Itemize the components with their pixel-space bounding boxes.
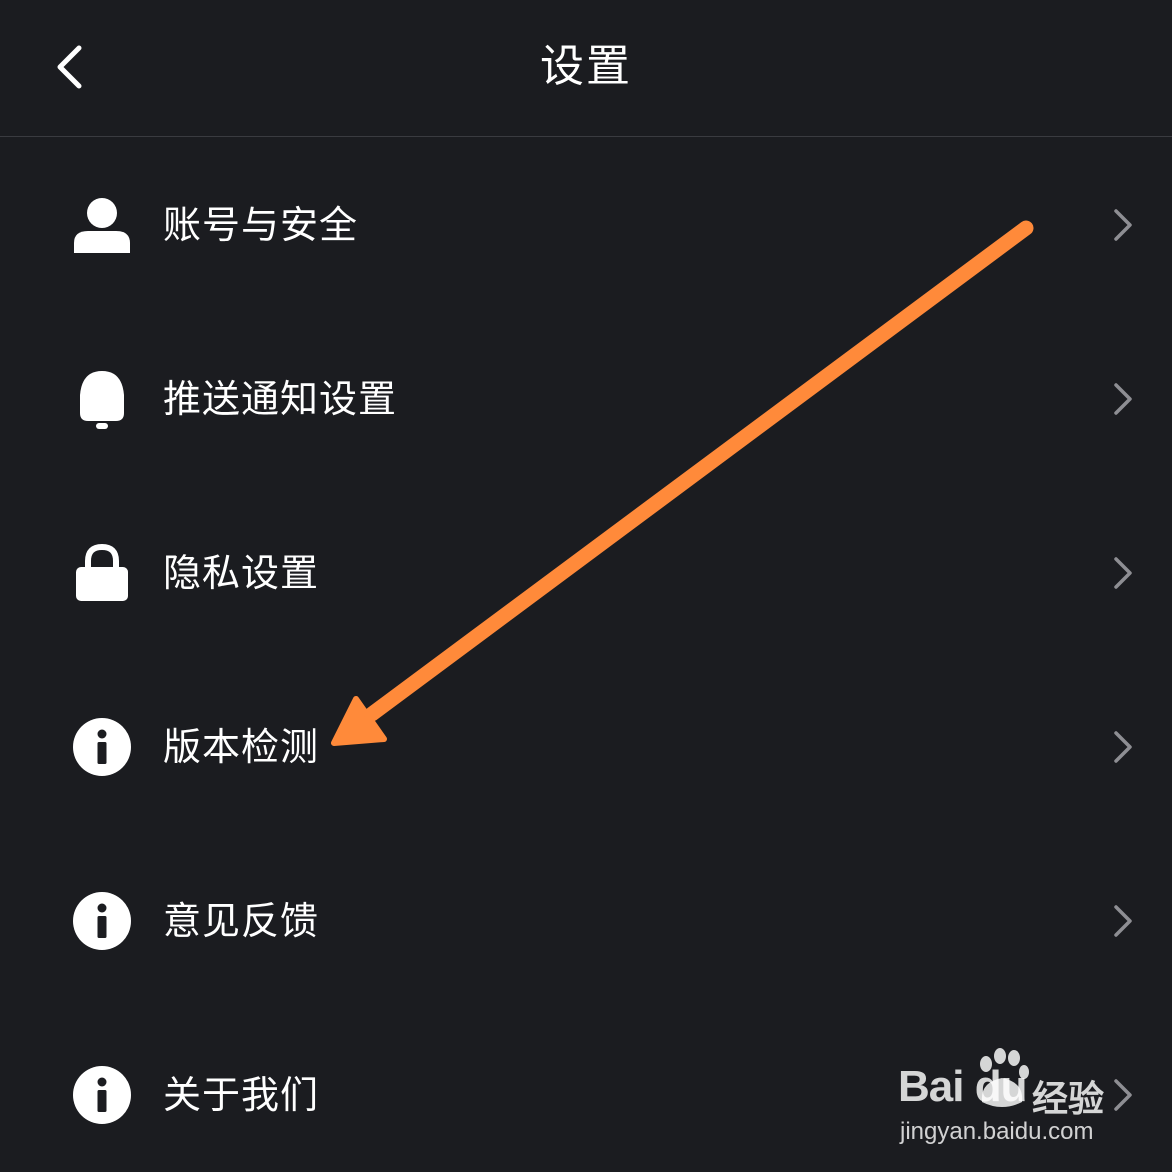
menu-item-label: 隐私设置 — [163, 551, 320, 595]
menu-item-push-notifications[interactable]: 推送通知设置 — [0, 312, 1172, 486]
lock-icon — [72, 543, 132, 603]
bell-icon — [72, 369, 132, 429]
user-icon — [72, 195, 132, 255]
settings-menu: 账号与安全 推送通知设置 隐私设置 版本检测 意见反馈 关于我们 — [0, 138, 1172, 1172]
chevron-right-icon — [1108, 205, 1136, 245]
chevron-right-icon — [1108, 727, 1136, 767]
page-title: 设置 — [540, 41, 632, 92]
menu-item-privacy[interactable]: 隐私设置 — [0, 486, 1172, 660]
menu-item-label: 账号与安全 — [163, 203, 359, 247]
menu-item-label: 版本检测 — [163, 725, 320, 769]
menu-item-account-security[interactable]: 账号与安全 — [0, 138, 1172, 312]
menu-item-label: 意见反馈 — [163, 899, 320, 943]
chevron-right-icon — [1108, 1075, 1136, 1115]
menu-item-label: 推送通知设置 — [163, 377, 398, 421]
settings-screen: 设置 账号与安全 推送通知设置 隐私设置 版本检测 意见反馈 关于我们 Bai … — [0, 0, 1172, 1172]
menu-item-label: 关于我们 — [163, 1073, 320, 1117]
menu-item-feedback[interactable]: 意见反馈 — [0, 834, 1172, 1008]
chevron-right-icon — [1108, 901, 1136, 941]
menu-item-version-check[interactable]: 版本检测 — [0, 660, 1172, 834]
nav-bar: 设置 — [0, 0, 1172, 137]
info-icon — [72, 717, 132, 777]
chevron-right-icon — [1108, 553, 1136, 593]
chevron-right-icon — [1108, 379, 1136, 419]
info-icon — [72, 891, 132, 951]
info-icon — [72, 1065, 132, 1125]
menu-item-about-us[interactable]: 关于我们 — [0, 1008, 1172, 1172]
